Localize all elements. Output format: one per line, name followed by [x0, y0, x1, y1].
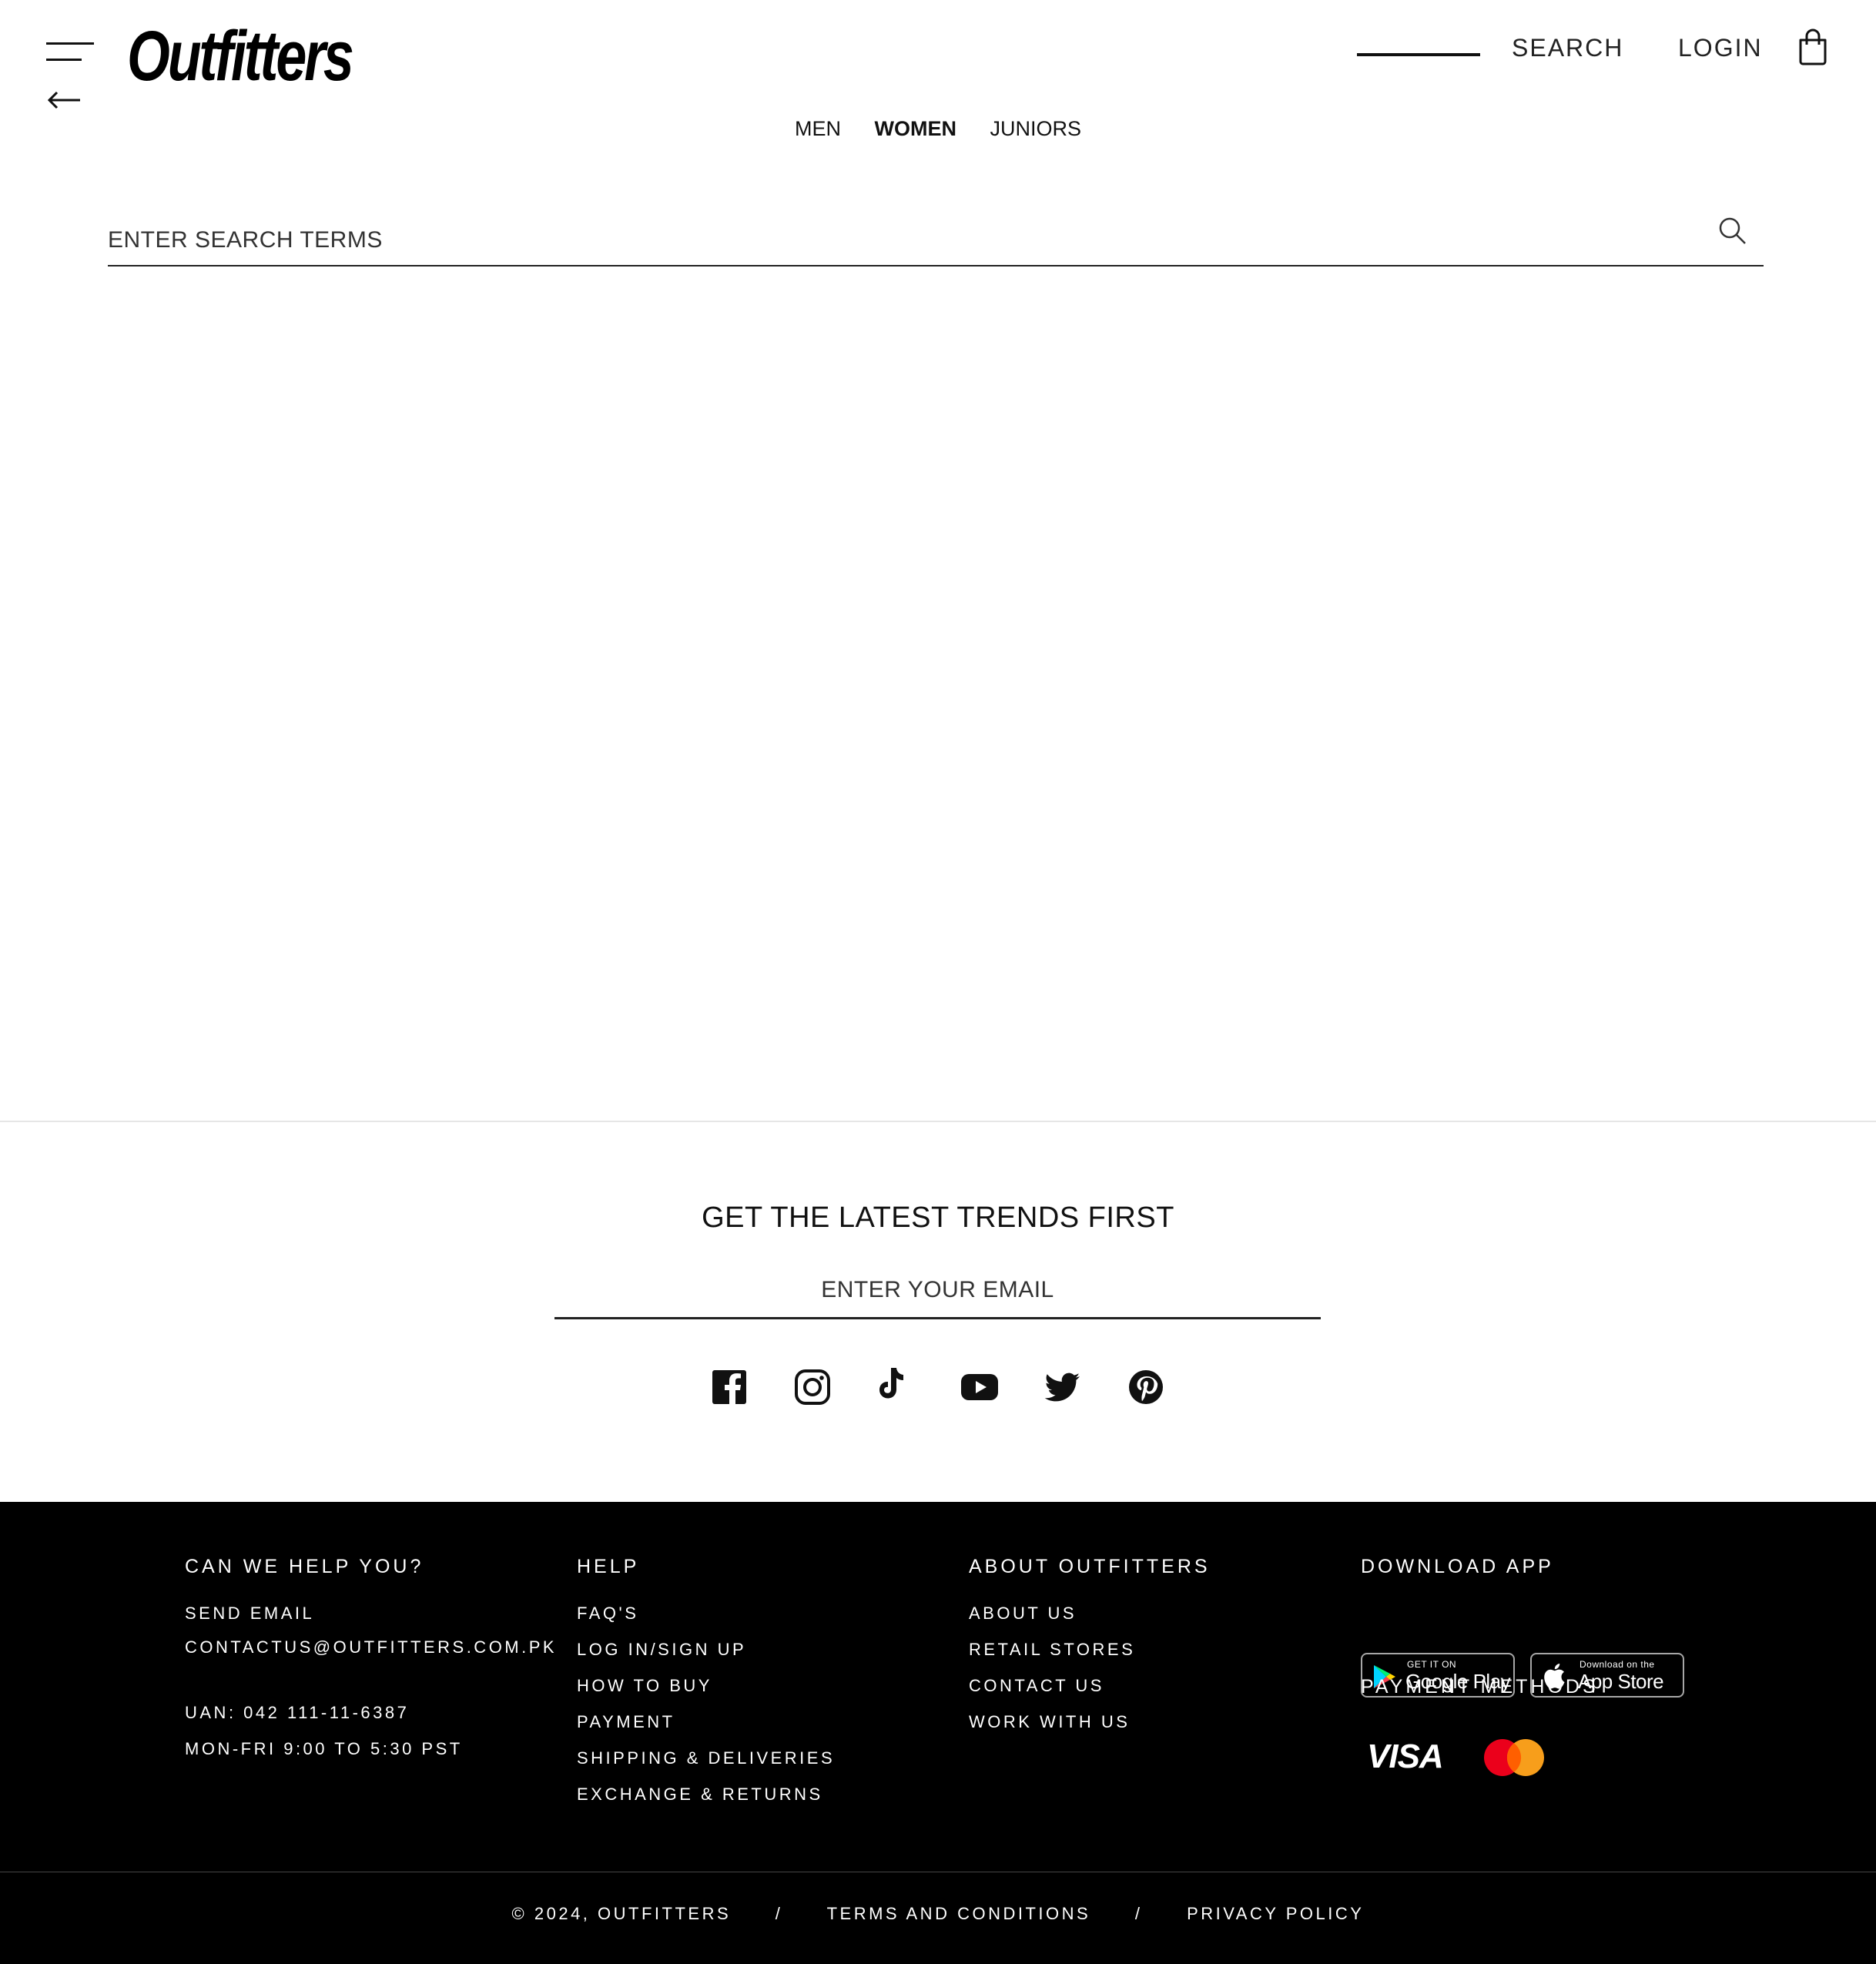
footer-heading-help-you: CAN WE HELP YOU? — [185, 1556, 424, 1577]
footer-heading-download-app: DOWNLOAD APP — [1361, 1556, 1554, 1577]
footer-heading-help: HELP — [577, 1556, 640, 1577]
category-nav: MEN WOMEN JUNIORS — [0, 117, 1876, 141]
shopping-bag-icon[interactable] — [1795, 28, 1831, 66]
youtube-icon[interactable] — [960, 1367, 1000, 1407]
footer-col-help-you: CAN WE HELP YOU? SEND EMAIL CONTACTUS@OU… — [185, 1556, 557, 1767]
footer-col-app: DOWNLOAD APP GET IT ON Google Play Downl… — [1361, 1556, 1746, 1802]
email-field[interactable] — [554, 1263, 1321, 1319]
category-women[interactable]: WOMEN — [875, 117, 956, 141]
uan-number: UAN: 042 111-11-6387 — [185, 1703, 410, 1722]
footer-link-exchange-returns[interactable]: EXCHANGE & RETURNS — [577, 1776, 835, 1812]
search-icon[interactable] — [1717, 216, 1748, 246]
footer-col-help: HELP FAQ'S LOG IN/SIGN UP HOW TO BUY PAY… — [577, 1556, 835, 1812]
category-men[interactable]: MEN — [795, 117, 841, 141]
footer-link-shipping[interactable]: SHIPPING & DELIVERIES — [577, 1740, 835, 1776]
separator: / — [775, 1904, 783, 1923]
facebook-icon[interactable] — [709, 1367, 749, 1407]
terms-link[interactable]: TERMS AND CONDITIONS — [827, 1904, 1091, 1923]
footer-heading-about: ABOUT OUTFITTERS — [969, 1556, 1211, 1577]
privacy-link[interactable]: PRIVACY POLICY — [1187, 1904, 1364, 1923]
footer-link-login-signup[interactable]: LOG IN/SIGN UP — [577, 1631, 835, 1667]
footer-link-work-with-us[interactable]: WORK WITH US — [969, 1704, 1211, 1740]
google-play-small-text: GET IT ON — [1407, 1659, 1457, 1670]
section-divider — [0, 1121, 1876, 1122]
footer-link-faqs[interactable]: FAQ'S — [577, 1595, 835, 1631]
copyright-text: © 2024, OUTFITTERS — [511, 1904, 732, 1923]
logo[interactable]: Outfitters — [127, 14, 354, 99]
footer: CAN WE HELP YOU? SEND EMAIL CONTACTUS@OU… — [0, 1502, 1876, 1964]
app-store-small-text: Download on the — [1580, 1659, 1655, 1670]
pinterest-icon[interactable] — [1126, 1367, 1166, 1407]
search-input[interactable] — [108, 216, 1764, 266]
contact-email-link[interactable]: CONTACTUS@OUTFITTERS.COM.PK — [185, 1631, 557, 1664]
footer-link-how-to-buy[interactable]: HOW TO BUY — [577, 1667, 835, 1704]
back-arrow-icon[interactable] — [46, 89, 83, 112]
search-underline — [1357, 53, 1480, 56]
twitter-icon[interactable] — [1043, 1367, 1083, 1407]
footer-bottom-bar: © 2024, OUTFITTERS / TERMS AND CONDITION… — [0, 1904, 1876, 1924]
footer-link-retail-stores[interactable]: RETAIL STORES — [969, 1631, 1211, 1667]
footer-link-payment[interactable]: PAYMENT — [577, 1704, 835, 1740]
category-juniors[interactable]: JUNIORS — [990, 117, 1082, 141]
visa-logo: VISA — [1367, 1738, 1444, 1775]
instagram-icon[interactable] — [792, 1367, 832, 1407]
footer-col-about: ABOUT OUTFITTERS ABOUT US RETAIL STORES … — [969, 1556, 1211, 1740]
search-link[interactable]: SEARCH — [1512, 34, 1623, 62]
office-hours: MON-FRI 9:00 TO 5:30 PST — [185, 1739, 463, 1758]
tiktok-icon[interactable] — [873, 1363, 913, 1403]
separator: / — [1134, 1904, 1143, 1923]
send-email-label: SEND EMAIL — [185, 1604, 315, 1623]
login-link[interactable]: LOGIN — [1678, 34, 1763, 62]
footer-link-contact-us[interactable]: CONTACT US — [969, 1667, 1211, 1704]
footer-link-about-us[interactable]: ABOUT US — [969, 1595, 1211, 1631]
footer-heading-payment-methods: PAYMENT METHODS — [1361, 1676, 1599, 1698]
newsletter-title: GET THE LATEST TRENDS FIRST — [702, 1202, 1174, 1234]
mastercard-logo — [1484, 1739, 1544, 1776]
